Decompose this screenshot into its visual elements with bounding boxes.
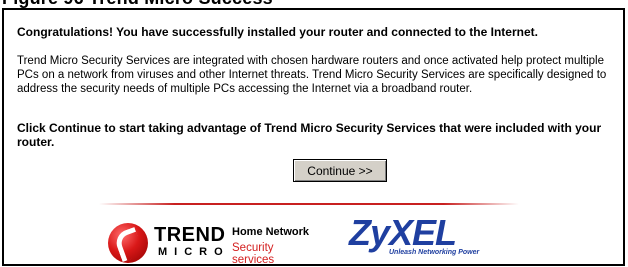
congrats-message: Congratulations! You have successfully i… xyxy=(17,25,538,39)
success-panel: Congratulations! You have successfully i… xyxy=(2,8,625,266)
security-services-label: Security services xyxy=(232,242,275,266)
micro-word: MICRO xyxy=(158,246,230,258)
continue-instructions: Click Continue to start taking advantage… xyxy=(17,121,602,149)
zyxel-tagline: Unleash Networking Power xyxy=(389,249,480,256)
trend-micro-ball-icon xyxy=(108,223,148,263)
trend-word: TREND xyxy=(154,224,226,246)
continue-button[interactable]: Continue >> xyxy=(293,159,387,182)
description-text: Trend Micro Security Services are integr… xyxy=(17,55,607,95)
divider-line xyxy=(99,203,519,205)
zyxel-logo: ZyXEL Unleash Networking Power xyxy=(349,212,489,262)
home-network-label: Home Network xyxy=(232,226,310,238)
zyxel-word: ZyXEL xyxy=(349,212,457,253)
trend-micro-logo: TREND MICRO Home Network Security servic… xyxy=(108,222,318,264)
